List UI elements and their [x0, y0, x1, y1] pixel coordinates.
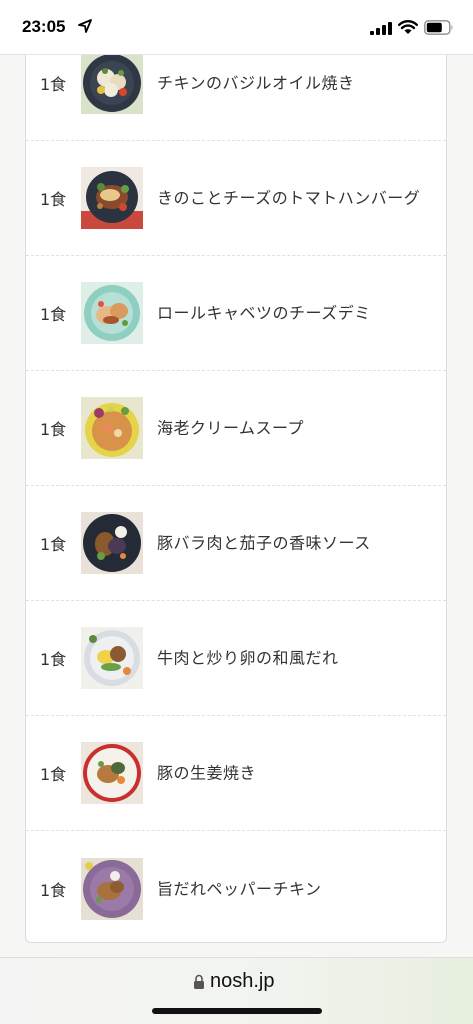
menu-item-row[interactable]: 1食 海老クリームスープ: [26, 371, 446, 486]
home-indicator[interactable]: [152, 1008, 322, 1014]
menu-item-name: 海老クリームスープ: [157, 418, 305, 438]
cabbage-roll-photo: [81, 282, 143, 344]
menu-item-name: きのことチーズのトマトハンバーグ: [157, 188, 421, 208]
menu-item-row[interactable]: 1食 豚の生姜焼き: [26, 716, 446, 831]
pepper-chicken-photo: [81, 857, 143, 920]
mushroom-cheese-hamburg-photo: [81, 167, 143, 229]
beef-egg-photo: [81, 627, 143, 689]
menu-item-quantity: 1食: [40, 420, 67, 439]
browser-domain[interactable]: nosh.jp: [210, 970, 275, 993]
menu-item-quantity: 1食: [40, 535, 67, 554]
status-time: 23:05: [22, 17, 66, 36]
battery-icon: [424, 20, 453, 35]
menu-item-name: チキンのバジルオイル焼き: [157, 73, 355, 93]
menu-list: 1食 チキンのバジルオイル焼き 1食 きのことチーズのトマトハンバーグ 1食 ロ…: [25, 40, 447, 943]
lock-icon: [194, 974, 204, 989]
menu-item-quantity: 1食: [40, 75, 67, 94]
menu-item-row[interactable]: 1食 チキンのバジルオイル焼き: [26, 41, 446, 141]
menu-item-row[interactable]: 1食 牛肉と炒り卵の和風だれ: [26, 601, 446, 716]
shrimp-cream-soup-photo: [81, 397, 143, 459]
menu-item-name: 豚の生姜焼き: [157, 763, 257, 783]
cellular-signal-icon: [370, 22, 392, 35]
wifi-icon: [398, 20, 418, 34]
pork-eggplant-photo: [81, 512, 143, 574]
menu-item-quantity: 1食: [40, 650, 67, 669]
menu-item-quantity: 1食: [40, 305, 67, 324]
menu-item-name: 旨だれペッパーチキン: [157, 879, 322, 898]
menu-item-row[interactable]: 1食 豚バラ肉と茄子の香味ソース: [26, 486, 446, 601]
menu-item-quantity: 1食: [40, 765, 67, 784]
pork-ginger-photo: [81, 742, 143, 804]
menu-item-quantity: 1食: [40, 190, 67, 209]
menu-item-name: 豚バラ肉と茄子の香味ソース: [157, 533, 371, 553]
menu-item-quantity: 1食: [40, 880, 67, 900]
menu-item-row[interactable]: 1食 旨だれペッパーチキン: [26, 831, 446, 942]
status-bar: 23:05: [0, 0, 473, 55]
menu-item-row[interactable]: 1食 ロールキャベツのチーズデミ: [26, 256, 446, 371]
menu-item-name: ロールキャベツのチーズデミ: [157, 303, 371, 323]
menu-item-name: 牛肉と炒り卵の和風だれ: [157, 648, 339, 668]
chicken-basil-dish-photo: [81, 52, 143, 114]
location-arrow-icon: [78, 19, 92, 33]
menu-item-row[interactable]: 1食 きのことチーズのトマトハンバーグ: [26, 141, 446, 256]
